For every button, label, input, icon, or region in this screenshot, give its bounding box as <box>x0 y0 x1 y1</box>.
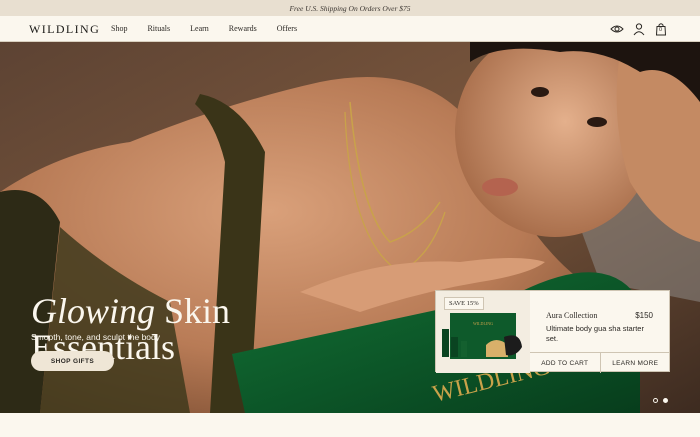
nav-icons: 0 <box>610 22 668 36</box>
product-name[interactable]: Aura Collection <box>546 311 597 320</box>
hero-title-italic: Glowing <box>31 291 156 331</box>
product-description: Ultimate body gua sha starter set. <box>546 324 644 343</box>
announcement-text: Free U.S. Shipping On Orders Over $75 <box>289 3 411 13</box>
learn-more-button[interactable]: LEARN MORE <box>599 353 671 373</box>
nav-rewards[interactable]: Rewards <box>229 24 257 33</box>
card-actions: ADD TO CART LEARN MORE <box>530 352 670 373</box>
nav-shop[interactable]: Shop <box>111 24 127 33</box>
add-to-cart-button[interactable]: ADD TO CART <box>530 353 600 373</box>
hero-title-rest: Skin <box>155 291 231 331</box>
product-price: $150 <box>635 311 653 320</box>
eye-icon[interactable] <box>610 22 624 36</box>
hero-subtitle: Smooth, tone, and sculpt the body <box>31 332 161 342</box>
carousel-dots <box>653 398 668 403</box>
top-navigation: WILDLING Shop Rituals Learn Rewards Offe… <box>0 16 700 42</box>
brand-logo[interactable]: WILDLING <box>29 22 100 37</box>
product-image[interactable]: WILDLING SAVE 15% <box>436 291 530 373</box>
cart-count: 0 <box>659 27 663 33</box>
svg-text:WILDLING: WILDLING <box>473 321 493 326</box>
nav-learn[interactable]: Learn <box>190 24 209 33</box>
shop-gifts-button[interactable]: SHOP GIFTS <box>31 351 114 371</box>
cart-icon[interactable]: 0 <box>654 22 668 36</box>
nav-offers[interactable]: Offers <box>277 24 297 33</box>
main-menu: Shop Rituals Learn Rewards Offers <box>111 24 317 33</box>
carousel-dot-active[interactable] <box>663 398 668 403</box>
product-card: WILDLING SAVE 15% Aura Collection $150 U… <box>435 290 670 373</box>
save-badge: SAVE 15% <box>444 297 484 310</box>
announcement-bar: Free U.S. Shipping On Orders Over $75 <box>0 0 700 16</box>
account-icon[interactable] <box>632 22 646 36</box>
nav-rituals[interactable]: Rituals <box>147 24 170 33</box>
carousel-dot[interactable] <box>653 398 658 403</box>
